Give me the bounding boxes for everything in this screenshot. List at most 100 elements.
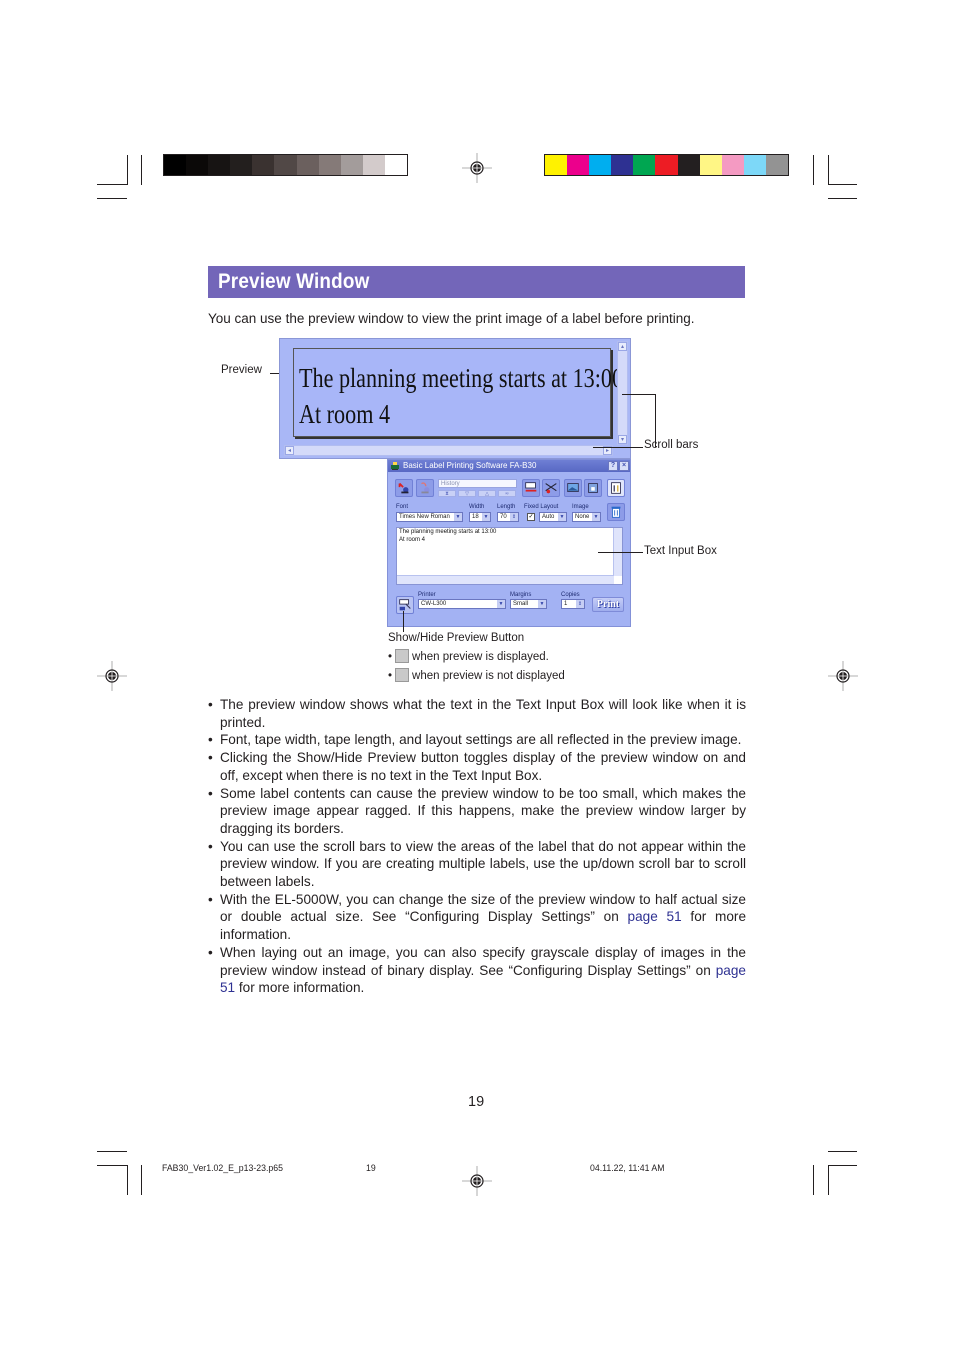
preview-horizontal-scrollbar[interactable]: ◂ ▸ [284, 445, 613, 456]
color-swatch [340, 155, 363, 175]
bullet-item: • Clicking the Show/Hide Preview button t… [208, 749, 746, 784]
page-51-link[interactable]: page 51 [628, 909, 682, 924]
callout-preview: Preview [221, 364, 262, 376]
copies-stepper[interactable]: 1 ⇕ [561, 599, 585, 609]
fixed-layout-label: Fixed Layout [524, 504, 559, 510]
new-label-button[interactable] [395, 479, 413, 497]
help-button[interactable]: ? [608, 461, 618, 471]
spin-arrows-icon: ⇕ [576, 600, 584, 608]
print-button[interactable]: Print [592, 597, 624, 612]
margins-select[interactable]: Small ▼ [510, 599, 547, 609]
preview-hidden-icon [395, 668, 410, 682]
text-input-line-1: The planning meeting starts at 13:00 [399, 529, 497, 535]
legend-text: when preview is displayed. [412, 651, 549, 663]
color-swatch [589, 155, 612, 175]
text-input-box[interactable]: The planning meeting starts at 13:00 At … [396, 527, 623, 585]
bullet: • [208, 838, 213, 854]
history-down-button[interactable]: ▽ [458, 490, 476, 497]
footer-page: 19 [366, 1163, 376, 1174]
color-swatch [384, 155, 408, 175]
bullet-item: • Font, tape width, tape length, and layo… [208, 731, 746, 749]
close-button[interactable]: × [619, 461, 629, 471]
copies-label: Copies [561, 592, 580, 598]
save-image-button[interactable] [584, 479, 602, 497]
history-last-button[interactable]: ≂ [498, 490, 516, 497]
color-swatch [164, 155, 187, 175]
printer-value: CW-L300 [421, 601, 447, 607]
fixed-layout-checkbox[interactable]: ✓ [527, 513, 535, 521]
section-heading: Preview Window [208, 266, 745, 298]
tape-feed-icon [525, 482, 537, 492]
font-value: Times New Roman [399, 514, 450, 520]
image-select[interactable]: None ▼ [572, 512, 601, 522]
bullet-text: Font, tape width, tape length, and layou… [220, 732, 742, 748]
footer-timestamp: 04.11.22, 11:41 AM [590, 1163, 665, 1174]
color-swatch [274, 155, 297, 175]
width-select[interactable]: 18 ▼ [469, 512, 491, 522]
color-swatch [362, 155, 385, 175]
chevron-down-icon: ▼ [497, 600, 505, 608]
show-hide-preview-button[interactable] [396, 596, 414, 614]
preview-line-2: At room 4 [299, 399, 391, 429]
color-swatch [611, 155, 634, 175]
section-heading-text: Preview Window [218, 270, 370, 293]
scroll-down-icon[interactable]: ▾ [618, 435, 627, 444]
color-swatch [699, 155, 722, 175]
chevron-down-icon: ▼ [538, 600, 546, 608]
color-swatch [567, 155, 590, 175]
color-swatch [633, 155, 656, 175]
sample-label-button[interactable] [416, 479, 434, 497]
print-preview-tool-button[interactable] [522, 479, 540, 497]
color-swatch [208, 155, 231, 175]
bullet: • [208, 697, 213, 712]
length-stepper[interactable]: 70 ⇕ [497, 512, 519, 522]
image-tool-button[interactable] [564, 479, 582, 497]
clear-button[interactable] [607, 503, 625, 521]
legend-item-shown: • when preview is displayed. [388, 649, 549, 663]
legend-item-hidden: • when preview is not displayed [388, 668, 565, 682]
length-value: 70 [500, 514, 507, 520]
scroll-left-icon[interactable]: ◂ [285, 446, 294, 455]
window-title: Basic Label Printing Software FA-B30 [403, 461, 537, 470]
bullet: • [388, 651, 393, 663]
width-value: 18 [472, 514, 479, 520]
printer-app-icon [391, 462, 399, 470]
bullet-text: When laying out an image, you can also s… [220, 944, 746, 978]
registration-mark-icon [97, 661, 127, 691]
color-swatch [230, 155, 253, 175]
preview-vertical-scrollbar[interactable]: ▴ ▾ [617, 341, 628, 445]
cut-tool-button[interactable] [542, 479, 560, 497]
sample-label-icon [421, 482, 430, 494]
chevron-down-icon: ▼ [482, 513, 490, 521]
settings-button[interactable] [607, 479, 625, 497]
callout-line-text-input [598, 552, 643, 553]
text-input-horizontal-scrollbar[interactable] [397, 575, 614, 584]
bullet-text: You can use the scroll bars to view the … [220, 838, 746, 890]
bullet-item: • Some label contents can cause the previ… [208, 785, 746, 838]
layout-select[interactable]: Auto ▼ [539, 512, 567, 522]
history-up-button[interactable]: △ [478, 490, 496, 497]
process-color-bar [544, 154, 789, 176]
bullet-text: The preview window shows what the text i… [220, 697, 746, 730]
image-label: Image [572, 504, 589, 510]
title-bar: Basic Label Printing Software FA-B30 ? × [388, 460, 630, 472]
printer-label: Printer [418, 592, 436, 598]
printer-select[interactable]: CW-L300 ▼ [418, 599, 506, 609]
font-select[interactable]: Times New Roman ▼ [396, 512, 463, 522]
color-swatch [318, 155, 341, 175]
preview-shown-icon [395, 649, 410, 663]
length-label: Length [497, 504, 516, 510]
history-field[interactable]: History [438, 479, 517, 488]
color-swatch [545, 155, 568, 175]
callout-line-scroll-v [622, 394, 655, 395]
history-first-button[interactable]: ⧗ [438, 490, 456, 497]
preview-window[interactable]: The planning meeting starts at 13:00 At … [279, 338, 631, 459]
bullet: • [208, 732, 213, 748]
bullet-item: • With the EL-5000W, you can change the s… [208, 891, 746, 944]
width-label: Width [469, 504, 485, 510]
scroll-up-icon[interactable]: ▴ [618, 342, 627, 351]
bullet: • [208, 750, 213, 766]
chevron-down-icon: ▼ [592, 513, 600, 521]
cut-icon [545, 483, 557, 494]
bullet: • [388, 670, 393, 682]
